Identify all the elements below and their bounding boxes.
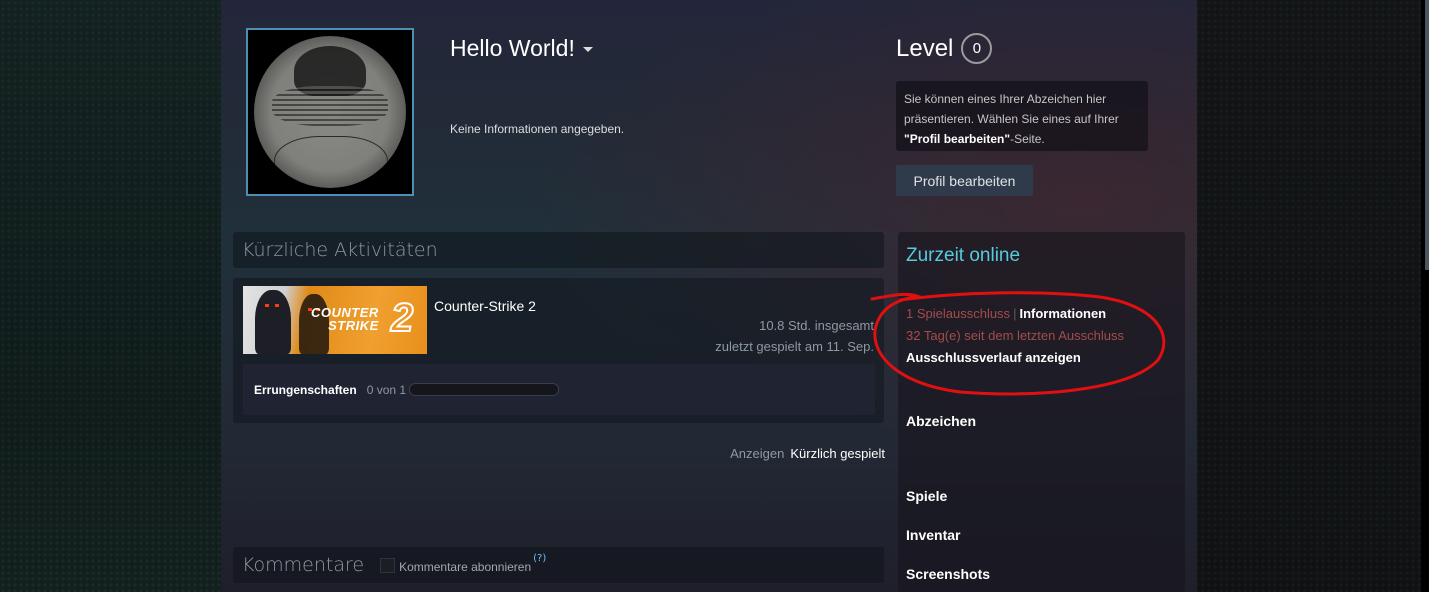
- level-badge: 0: [961, 33, 993, 64]
- capsule-title-line2: STRIKE: [328, 318, 379, 333]
- badge-hint-text: Sie können eines Ihrer Abzeichen hier pr…: [904, 92, 1119, 126]
- capsule-number: 2: [390, 296, 414, 340]
- level-label: Level: [896, 34, 954, 62]
- sidebar-link-inventory[interactable]: Inventar: [906, 527, 960, 543]
- achievements-label: Errungenschaften: [254, 382, 357, 397]
- sidebar-link-badges[interactable]: Abzeichen: [906, 413, 976, 429]
- badge-hint-link: "Profil bearbeiten": [904, 132, 1011, 146]
- recent-activity-header: Kürzliche Aktivitäten: [233, 232, 884, 268]
- subscribe-comments-checkbox[interactable]: [380, 557, 396, 573]
- ban-count-line: 1 Spielausschluss | Informationen: [906, 306, 1106, 321]
- background-left: [0, 0, 221, 592]
- edit-profile-button[interactable]: Profil bearbeiten: [896, 165, 1033, 196]
- achievements-count: 0 von 1: [366, 382, 407, 397]
- persona-name: Hello World!: [450, 35, 575, 61]
- level-display: Level 0: [896, 33, 993, 64]
- background-right: [1197, 0, 1421, 592]
- ban-days: 32 Tag(e) seit dem letzten Ausschluss: [906, 328, 1124, 343]
- badge-hint: Sie können eines Ihrer Abzeichen hier pr…: [896, 81, 1148, 151]
- recent-game-item: COUNTER STRIKE 2 Counter-Strike 2 10.8 St…: [233, 278, 884, 423]
- game-capsule-image[interactable]: COUNTER STRIKE 2: [243, 286, 427, 354]
- profile-summary: Keine Informationen angegeben.: [450, 122, 625, 136]
- comments-title: Kommentare: [242, 554, 365, 576]
- view-label: Anzeigen: [730, 446, 785, 461]
- caret-down-icon: [582, 47, 593, 53]
- avatar: [246, 28, 414, 196]
- ban-info-link[interactable]: Informationen: [1019, 306, 1106, 321]
- game-name-link[interactable]: Counter-Strike 2: [434, 298, 536, 314]
- achievements-progress-bar: [409, 383, 560, 396]
- profile-sidebar: Zurzeit online 1 Spielausschluss | Informa…: [898, 232, 1185, 592]
- sidebar-link-games[interactable]: Spiele: [906, 488, 947, 504]
- avatar-image: [254, 36, 406, 188]
- ban-count: 1 Spielausschluss: [906, 306, 1011, 321]
- game-hours: 10.8 Std. insgesamt: [759, 318, 874, 333]
- scrollbar-thumb[interactable]: [1425, 0, 1429, 270]
- profile-page: Hello World! Keine Informationen angegeb…: [221, 0, 1197, 592]
- badge-hint-suffix: -Seite.: [1010, 132, 1045, 146]
- ban-history-link[interactable]: Ausschlussverlauf anzeigen: [906, 350, 1081, 365]
- sidebar-link-screenshots[interactable]: Screenshots: [906, 566, 990, 582]
- recent-activity-title: Kürzliche Aktivitäten: [242, 239, 438, 261]
- online-status: Zurzeit online: [906, 245, 1021, 266]
- persona-name-dropdown[interactable]: Hello World!: [450, 35, 593, 62]
- comments-header: Kommentare Kommentare abonnieren (?): [233, 547, 884, 583]
- view-recently-played-link[interactable]: Kürzlich gespielt: [790, 446, 885, 461]
- game-last-played: zuletzt gespielt am 11. Sep.: [715, 339, 874, 354]
- achievements-row: Errungenschaften 0 von 1: [243, 364, 875, 415]
- subscribe-comments-label[interactable]: Kommentare abonnieren: [399, 560, 531, 574]
- activity-view-selector: Anzeigen Kürzlich gespielt: [730, 446, 885, 461]
- help-icon[interactable]: (?): [533, 553, 546, 564]
- ban-separator: |: [1013, 306, 1017, 321]
